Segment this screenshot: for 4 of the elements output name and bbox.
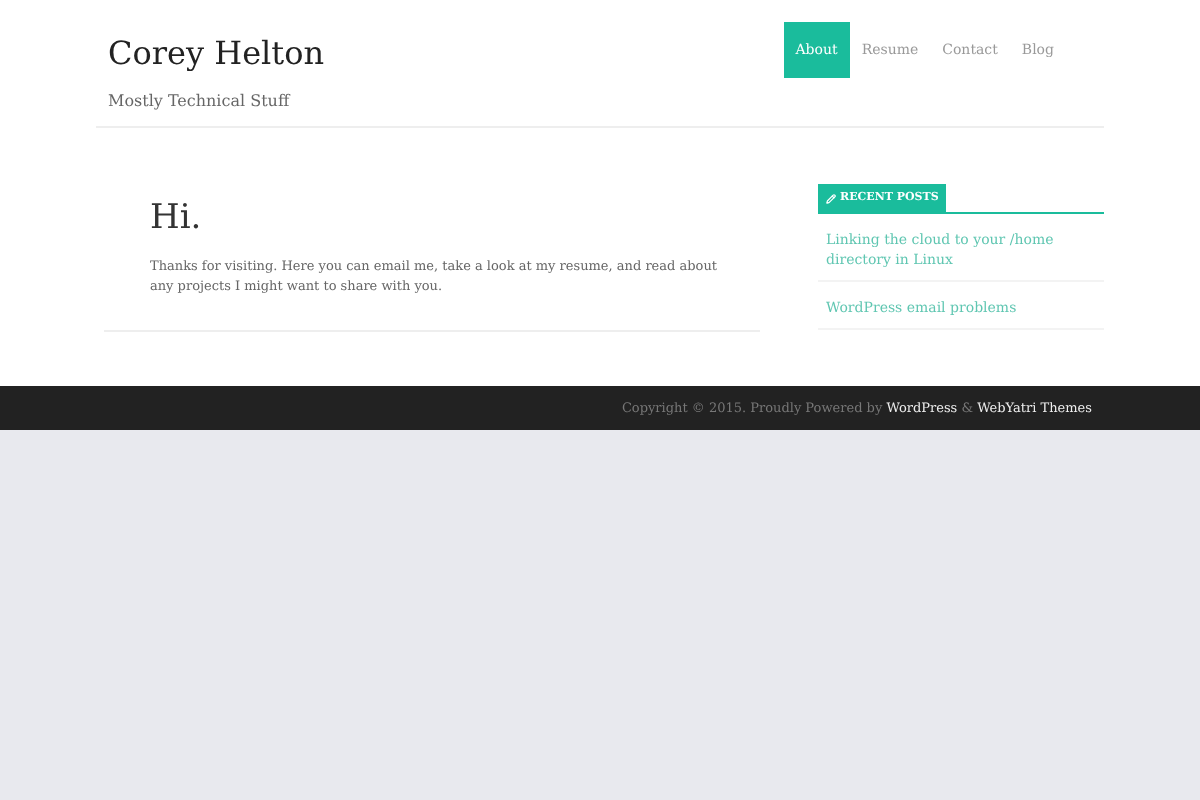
page-heading: Hi.: [150, 200, 204, 236]
site-tagline: Mostly Technical Stuff: [108, 92, 293, 110]
site-title: Corey Helton: [108, 34, 325, 74]
pencil-icon: [826, 193, 836, 203]
